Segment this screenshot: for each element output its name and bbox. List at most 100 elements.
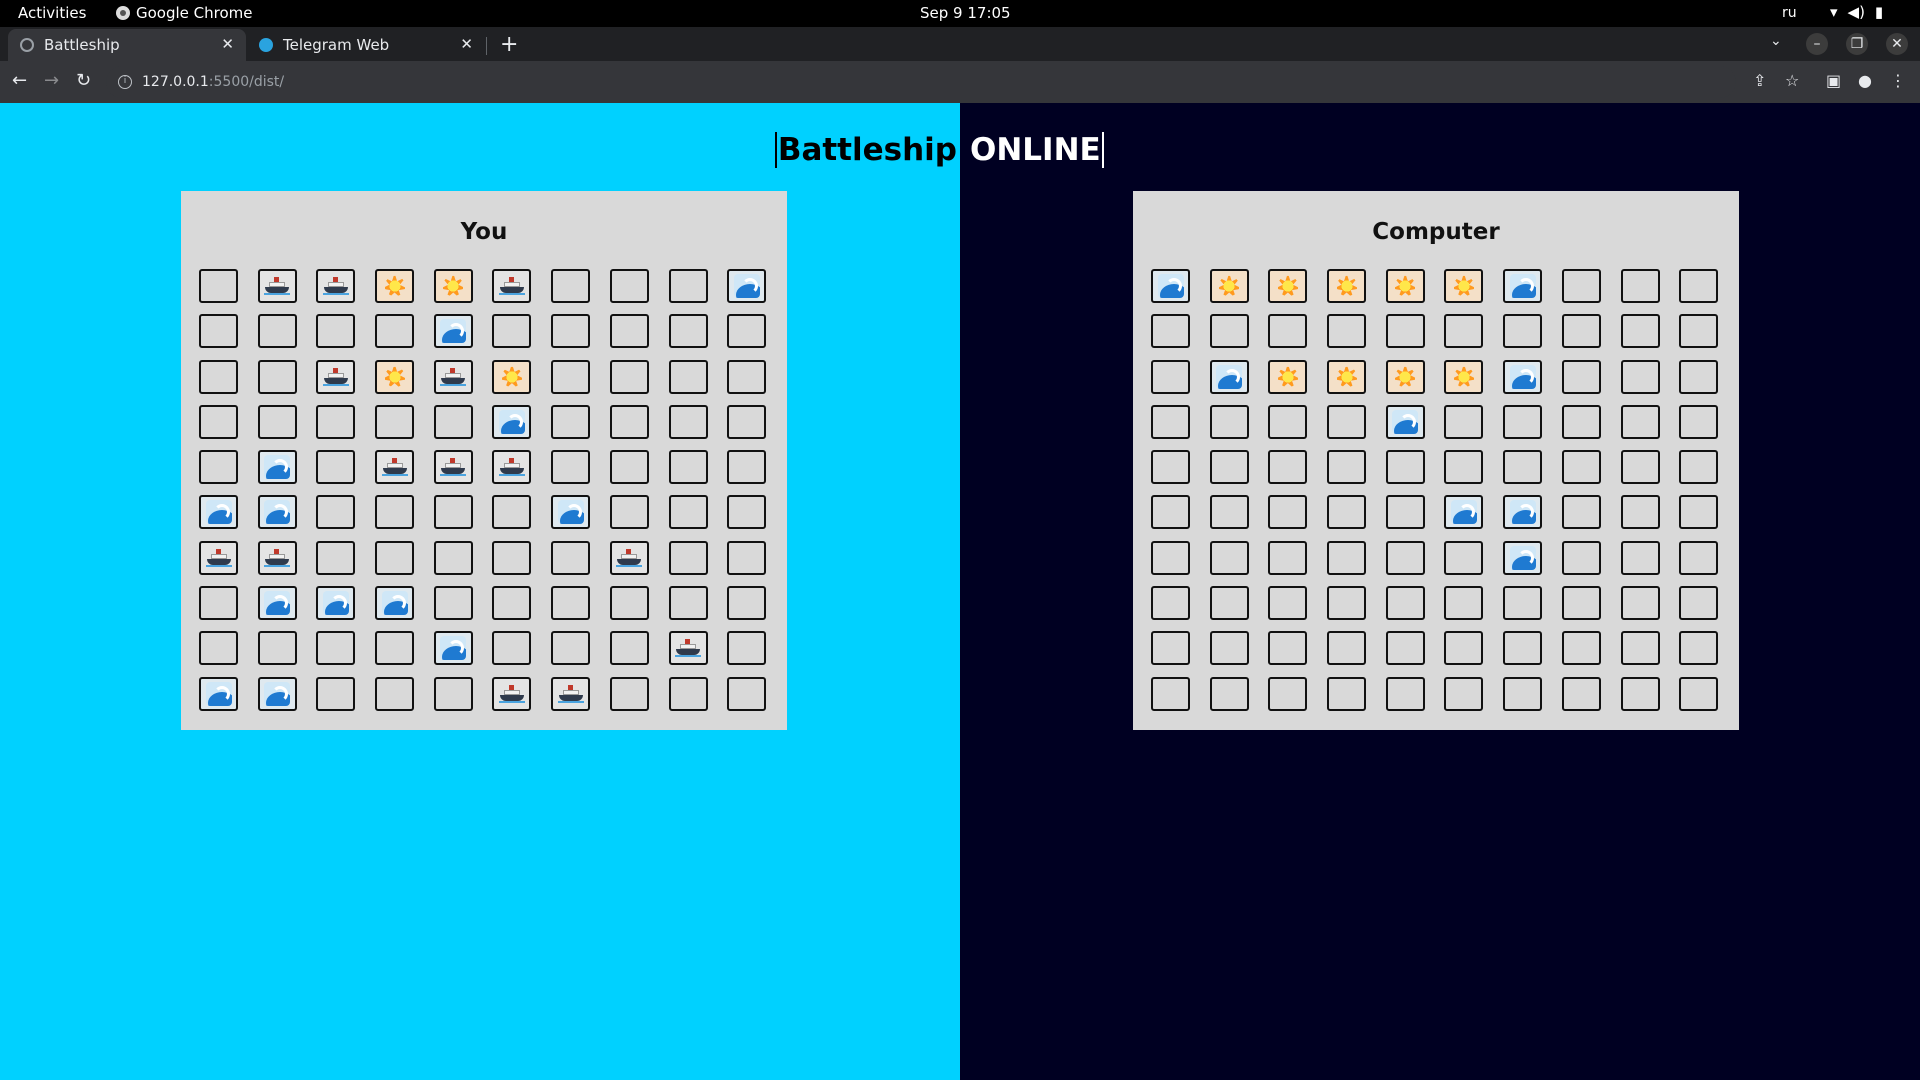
computer-cell-4-2[interactable]: [1268, 450, 1308, 485]
computer-cell-4-9[interactable]: [1679, 450, 1719, 485]
computer-cell-7-0[interactable]: [1151, 586, 1190, 621]
computer-cell-2-6[interactable]: [1503, 359, 1543, 394]
computer-cell-8-8[interactable]: [1620, 631, 1660, 666]
computer-cell-2-9[interactable]: [1679, 359, 1719, 394]
computer-cell-6-9[interactable]: [1679, 540, 1719, 575]
computer-cell-0-8[interactable]: [1620, 269, 1660, 303]
computer-cell-9-9[interactable]: [1679, 676, 1719, 711]
bookmark-star-icon[interactable]: ☆: [1785, 71, 1799, 90]
computer-cell-0-2[interactable]: [1268, 269, 1308, 303]
computer-cell-8-1[interactable]: [1209, 631, 1249, 666]
computer-cell-8-9[interactable]: [1679, 631, 1719, 666]
computer-cell-2-7[interactable]: [1561, 359, 1601, 394]
computer-cell-0-5[interactable]: [1444, 269, 1484, 303]
computer-cell-4-1[interactable]: [1209, 450, 1249, 485]
computer-cell-7-8[interactable]: [1620, 586, 1660, 621]
tab-battleship[interactable]: Battleship ✕: [8, 29, 246, 61]
computer-cell-9-4[interactable]: [1385, 676, 1425, 711]
forward-icon[interactable]: →: [44, 70, 59, 91]
computer-cell-9-0[interactable]: [1151, 676, 1190, 711]
computer-cell-8-5[interactable]: [1444, 631, 1484, 666]
computer-cell-5-4[interactable]: [1385, 495, 1425, 530]
computer-cell-6-5[interactable]: [1444, 540, 1484, 575]
computer-cell-6-6[interactable]: [1503, 540, 1543, 575]
computer-cell-0-6[interactable]: [1503, 269, 1543, 303]
computer-cell-8-4[interactable]: [1385, 631, 1425, 666]
computer-cell-7-4[interactable]: [1385, 586, 1425, 621]
system-tray[interactable]: ▾ ◀) ▮: [1830, 3, 1883, 21]
computer-cell-3-3[interactable]: [1327, 404, 1367, 439]
computer-cell-1-4[interactable]: [1385, 314, 1425, 349]
computer-cell-1-3[interactable]: [1327, 314, 1367, 349]
computer-cell-3-6[interactable]: [1503, 404, 1543, 439]
window-close-icon[interactable]: ✕: [1886, 33, 1908, 55]
clock[interactable]: Sep 9 17:05: [920, 4, 1011, 22]
share-icon[interactable]: ⇪: [1753, 71, 1766, 90]
computer-cell-9-5[interactable]: [1444, 676, 1484, 711]
computer-cell-4-0[interactable]: [1151, 450, 1190, 485]
computer-cell-2-4[interactable]: [1385, 359, 1425, 394]
computer-cell-2-8[interactable]: [1620, 359, 1660, 394]
computer-cell-3-5[interactable]: [1444, 404, 1484, 439]
computer-cell-3-9[interactable]: [1679, 404, 1719, 439]
computer-cell-7-6[interactable]: [1503, 586, 1543, 621]
computer-cell-8-7[interactable]: [1561, 631, 1601, 666]
computer-cell-7-3[interactable]: [1327, 586, 1367, 621]
computer-cell-4-3[interactable]: [1327, 450, 1367, 485]
new-tab-icon[interactable]: +: [500, 32, 518, 57]
computer-cell-5-7[interactable]: [1561, 495, 1601, 530]
computer-cell-1-0[interactable]: [1151, 314, 1190, 349]
computer-cell-5-8[interactable]: [1620, 495, 1660, 530]
restore-icon[interactable]: ❐: [1846, 33, 1868, 55]
activities-button[interactable]: Activities: [18, 4, 86, 22]
side-panel-icon[interactable]: ▣: [1826, 71, 1841, 90]
close-tab-icon[interactable]: ✕: [221, 35, 234, 53]
computer-cell-4-6[interactable]: [1503, 450, 1543, 485]
computer-cell-1-7[interactable]: [1561, 314, 1601, 349]
computer-cell-4-4[interactable]: [1385, 450, 1425, 485]
computer-cell-8-2[interactable]: [1268, 631, 1308, 666]
computer-cell-3-8[interactable]: [1620, 404, 1660, 439]
computer-cell-7-2[interactable]: [1268, 586, 1308, 621]
computer-cell-2-3[interactable]: [1327, 359, 1367, 394]
computer-cell-5-2[interactable]: [1268, 495, 1308, 530]
computer-cell-5-3[interactable]: [1327, 495, 1367, 530]
computer-cell-4-5[interactable]: [1444, 450, 1484, 485]
computer-cell-2-0[interactable]: [1151, 359, 1190, 394]
computer-cell-6-8[interactable]: [1620, 540, 1660, 575]
computer-cell-9-6[interactable]: [1503, 676, 1543, 711]
computer-cell-2-2[interactable]: [1268, 359, 1308, 394]
computer-cell-1-5[interactable]: [1444, 314, 1484, 349]
computer-cell-3-4[interactable]: [1385, 404, 1425, 439]
computer-cell-3-1[interactable]: [1209, 404, 1249, 439]
computer-cell-0-1[interactable]: [1209, 269, 1249, 303]
minimize-icon[interactable]: –: [1806, 33, 1828, 55]
computer-cell-5-9[interactable]: [1679, 495, 1719, 530]
computer-cell-4-7[interactable]: [1561, 450, 1601, 485]
computer-cell-8-3[interactable]: [1327, 631, 1367, 666]
computer-cell-8-0[interactable]: [1151, 631, 1190, 666]
computer-cell-1-1[interactable]: [1209, 314, 1249, 349]
computer-cell-5-6[interactable]: [1503, 495, 1543, 530]
computer-cell-0-0[interactable]: [1151, 269, 1190, 303]
keyboard-layout[interactable]: ru: [1782, 5, 1797, 21]
close-tab-icon[interactable]: ✕: [460, 35, 473, 53]
computer-cell-5-5[interactable]: [1444, 495, 1484, 530]
computer-cell-5-0[interactable]: [1151, 495, 1190, 530]
computer-cell-3-7[interactable]: [1561, 404, 1601, 439]
computer-cell-3-2[interactable]: [1268, 404, 1308, 439]
profile-icon[interactable]: ●: [1858, 71, 1872, 90]
computer-cell-6-3[interactable]: [1327, 540, 1367, 575]
address-bar[interactable]: i 127.0.0.1:5500/dist/: [106, 66, 1736, 98]
computer-cell-0-7[interactable]: [1561, 269, 1601, 303]
computer-cell-1-8[interactable]: [1620, 314, 1660, 349]
computer-cell-0-4[interactable]: [1385, 269, 1425, 303]
tab-search-icon[interactable]: ⌄: [1770, 33, 1782, 49]
computer-cell-8-6[interactable]: [1503, 631, 1543, 666]
computer-cell-9-3[interactable]: [1327, 676, 1367, 711]
back-icon[interactable]: ←: [12, 70, 27, 91]
computer-cell-9-8[interactable]: [1620, 676, 1660, 711]
menu-icon[interactable]: ⋮: [1890, 71, 1906, 90]
computer-cell-6-2[interactable]: [1268, 540, 1308, 575]
computer-cell-6-7[interactable]: [1561, 540, 1601, 575]
